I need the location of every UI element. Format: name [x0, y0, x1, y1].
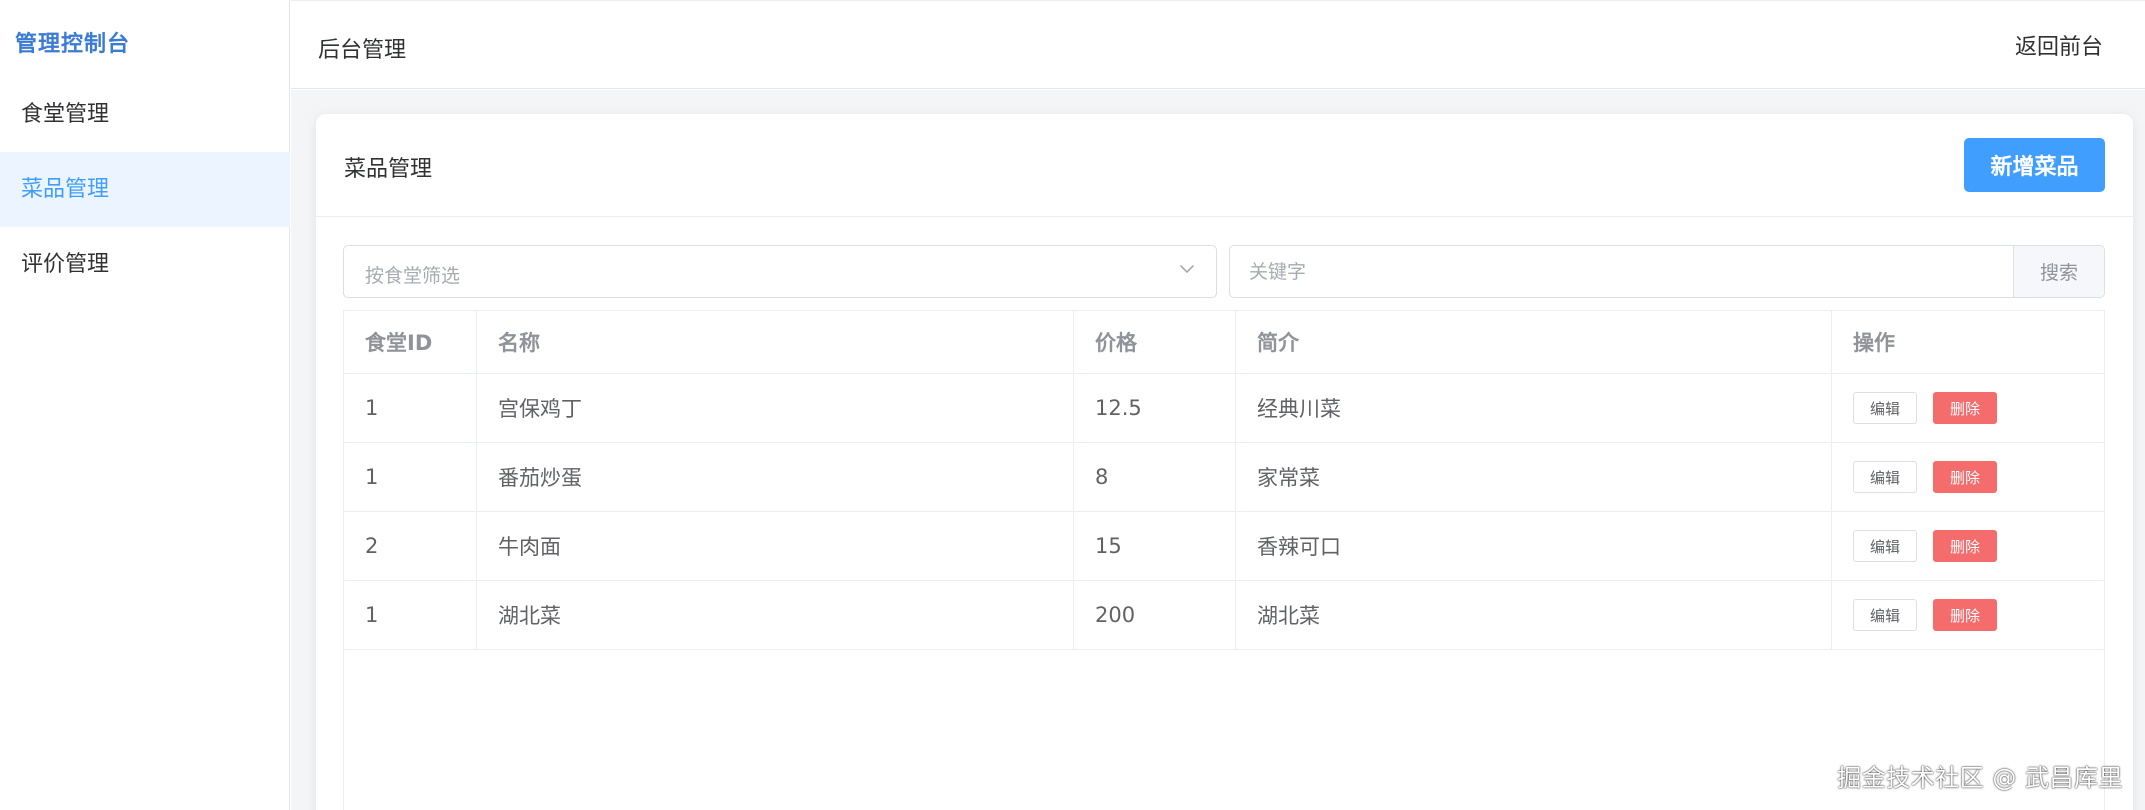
cell-canteen-id: 1	[344, 581, 477, 649]
cell-canteen-id: 1	[344, 374, 477, 442]
cell-actions: 编辑 删除	[1832, 581, 2104, 649]
sidebar-item-reviews[interactable]: 评价管理	[0, 227, 290, 302]
edit-button[interactable]: 编辑	[1853, 599, 1917, 631]
main-content: 菜品管理 新增菜品 按食堂筛选 搜索 食堂ID 名称 价格	[291, 90, 2145, 810]
cell-canteen-id: 2	[344, 512, 477, 580]
cell-name: 湖北菜	[477, 581, 1074, 649]
cell-price: 8	[1074, 443, 1236, 511]
canteen-filter-select[interactable]: 按食堂筛选	[343, 245, 1217, 298]
watermark: 掘金技术社区 @ 武昌库里	[1837, 764, 2123, 792]
cell-name: 牛肉面	[477, 512, 1074, 580]
search-button[interactable]: 搜索	[2013, 246, 2104, 297]
cell-actions: 编辑 删除	[1832, 512, 2104, 580]
canteen-filter-placeholder: 按食堂筛选	[365, 265, 461, 287]
column-header-canteen-id: 食堂ID	[344, 311, 477, 373]
sidebar-item-dishes[interactable]: 菜品管理	[0, 152, 290, 227]
cell-description: 湖北菜	[1236, 581, 1832, 649]
edit-button[interactable]: 编辑	[1853, 530, 1917, 562]
edit-button[interactable]: 编辑	[1853, 461, 1917, 493]
column-header-name: 名称	[477, 311, 1074, 373]
cell-price: 200	[1074, 581, 1236, 649]
dishes-card: 菜品管理 新增菜品 按食堂筛选 搜索 食堂ID 名称 价格	[316, 114, 2133, 810]
cell-description: 经典川菜	[1236, 374, 1832, 442]
keyword-input[interactable]	[1230, 246, 2010, 297]
cell-price: 12.5	[1074, 374, 1236, 442]
dishes-table: 食堂ID 名称 价格 简介 操作 1 宫保鸡丁 12.5 经典川菜 编辑 删除	[343, 310, 2105, 810]
column-header-price: 价格	[1074, 311, 1236, 373]
cell-description: 香辣可口	[1236, 512, 1832, 580]
cell-name: 番茄炒蛋	[477, 443, 1074, 511]
table-row: 1 湖北菜 200 湖北菜 编辑 删除	[344, 581, 2104, 650]
delete-button[interactable]: 删除	[1933, 530, 1997, 562]
back-to-frontend-link[interactable]: 返回前台	[2015, 29, 2103, 61]
delete-button[interactable]: 删除	[1933, 461, 1997, 493]
header-title: 后台管理	[318, 38, 407, 63]
sidebar-menu: 食堂管理 菜品管理 评价管理	[0, 77, 290, 302]
column-header-description: 简介	[1236, 311, 1832, 373]
cell-canteen-id: 1	[344, 443, 477, 511]
delete-button[interactable]: 删除	[1933, 599, 1997, 631]
column-header-actions: 操作	[1853, 331, 1895, 355]
table-header-row: 食堂ID 名称 价格 简介 操作	[344, 311, 2104, 374]
cell-name: 宫保鸡丁	[477, 374, 1074, 442]
keyword-search-group: 搜索	[1229, 245, 2105, 298]
cell-description: 家常菜	[1236, 443, 1832, 511]
brand-title: 管理控制台	[15, 32, 131, 57]
table-row: 1 宫保鸡丁 12.5 经典川菜 编辑 删除	[344, 374, 2104, 443]
cell-price: 15	[1074, 512, 1236, 580]
add-dish-button[interactable]: 新增菜品	[1964, 138, 2105, 192]
app-root: 管理控制台 食堂管理 菜品管理 评价管理 后台管理 返回前台 菜品管理 新增菜品…	[0, 0, 2145, 810]
cell-actions: 编辑 删除	[1832, 374, 2104, 442]
card-header: 菜品管理 新增菜品	[316, 114, 2133, 217]
card-title: 菜品管理	[344, 157, 433, 182]
table-row: 1 番茄炒蛋 8 家常菜 编辑 删除	[344, 443, 2104, 512]
delete-button[interactable]: 删除	[1933, 392, 1997, 424]
chevron-down-icon	[1180, 265, 1194, 273]
top-header: 后台管理 返回前台	[291, 0, 2145, 89]
sidebar-item-canteen[interactable]: 食堂管理	[0, 77, 290, 152]
cell-actions: 编辑 删除	[1832, 443, 2104, 511]
edit-button[interactable]: 编辑	[1853, 392, 1917, 424]
table-row: 2 牛肉面 15 香辣可口 编辑 删除	[344, 512, 2104, 581]
sidebar: 管理控制台 食堂管理 菜品管理 评价管理	[0, 0, 290, 810]
